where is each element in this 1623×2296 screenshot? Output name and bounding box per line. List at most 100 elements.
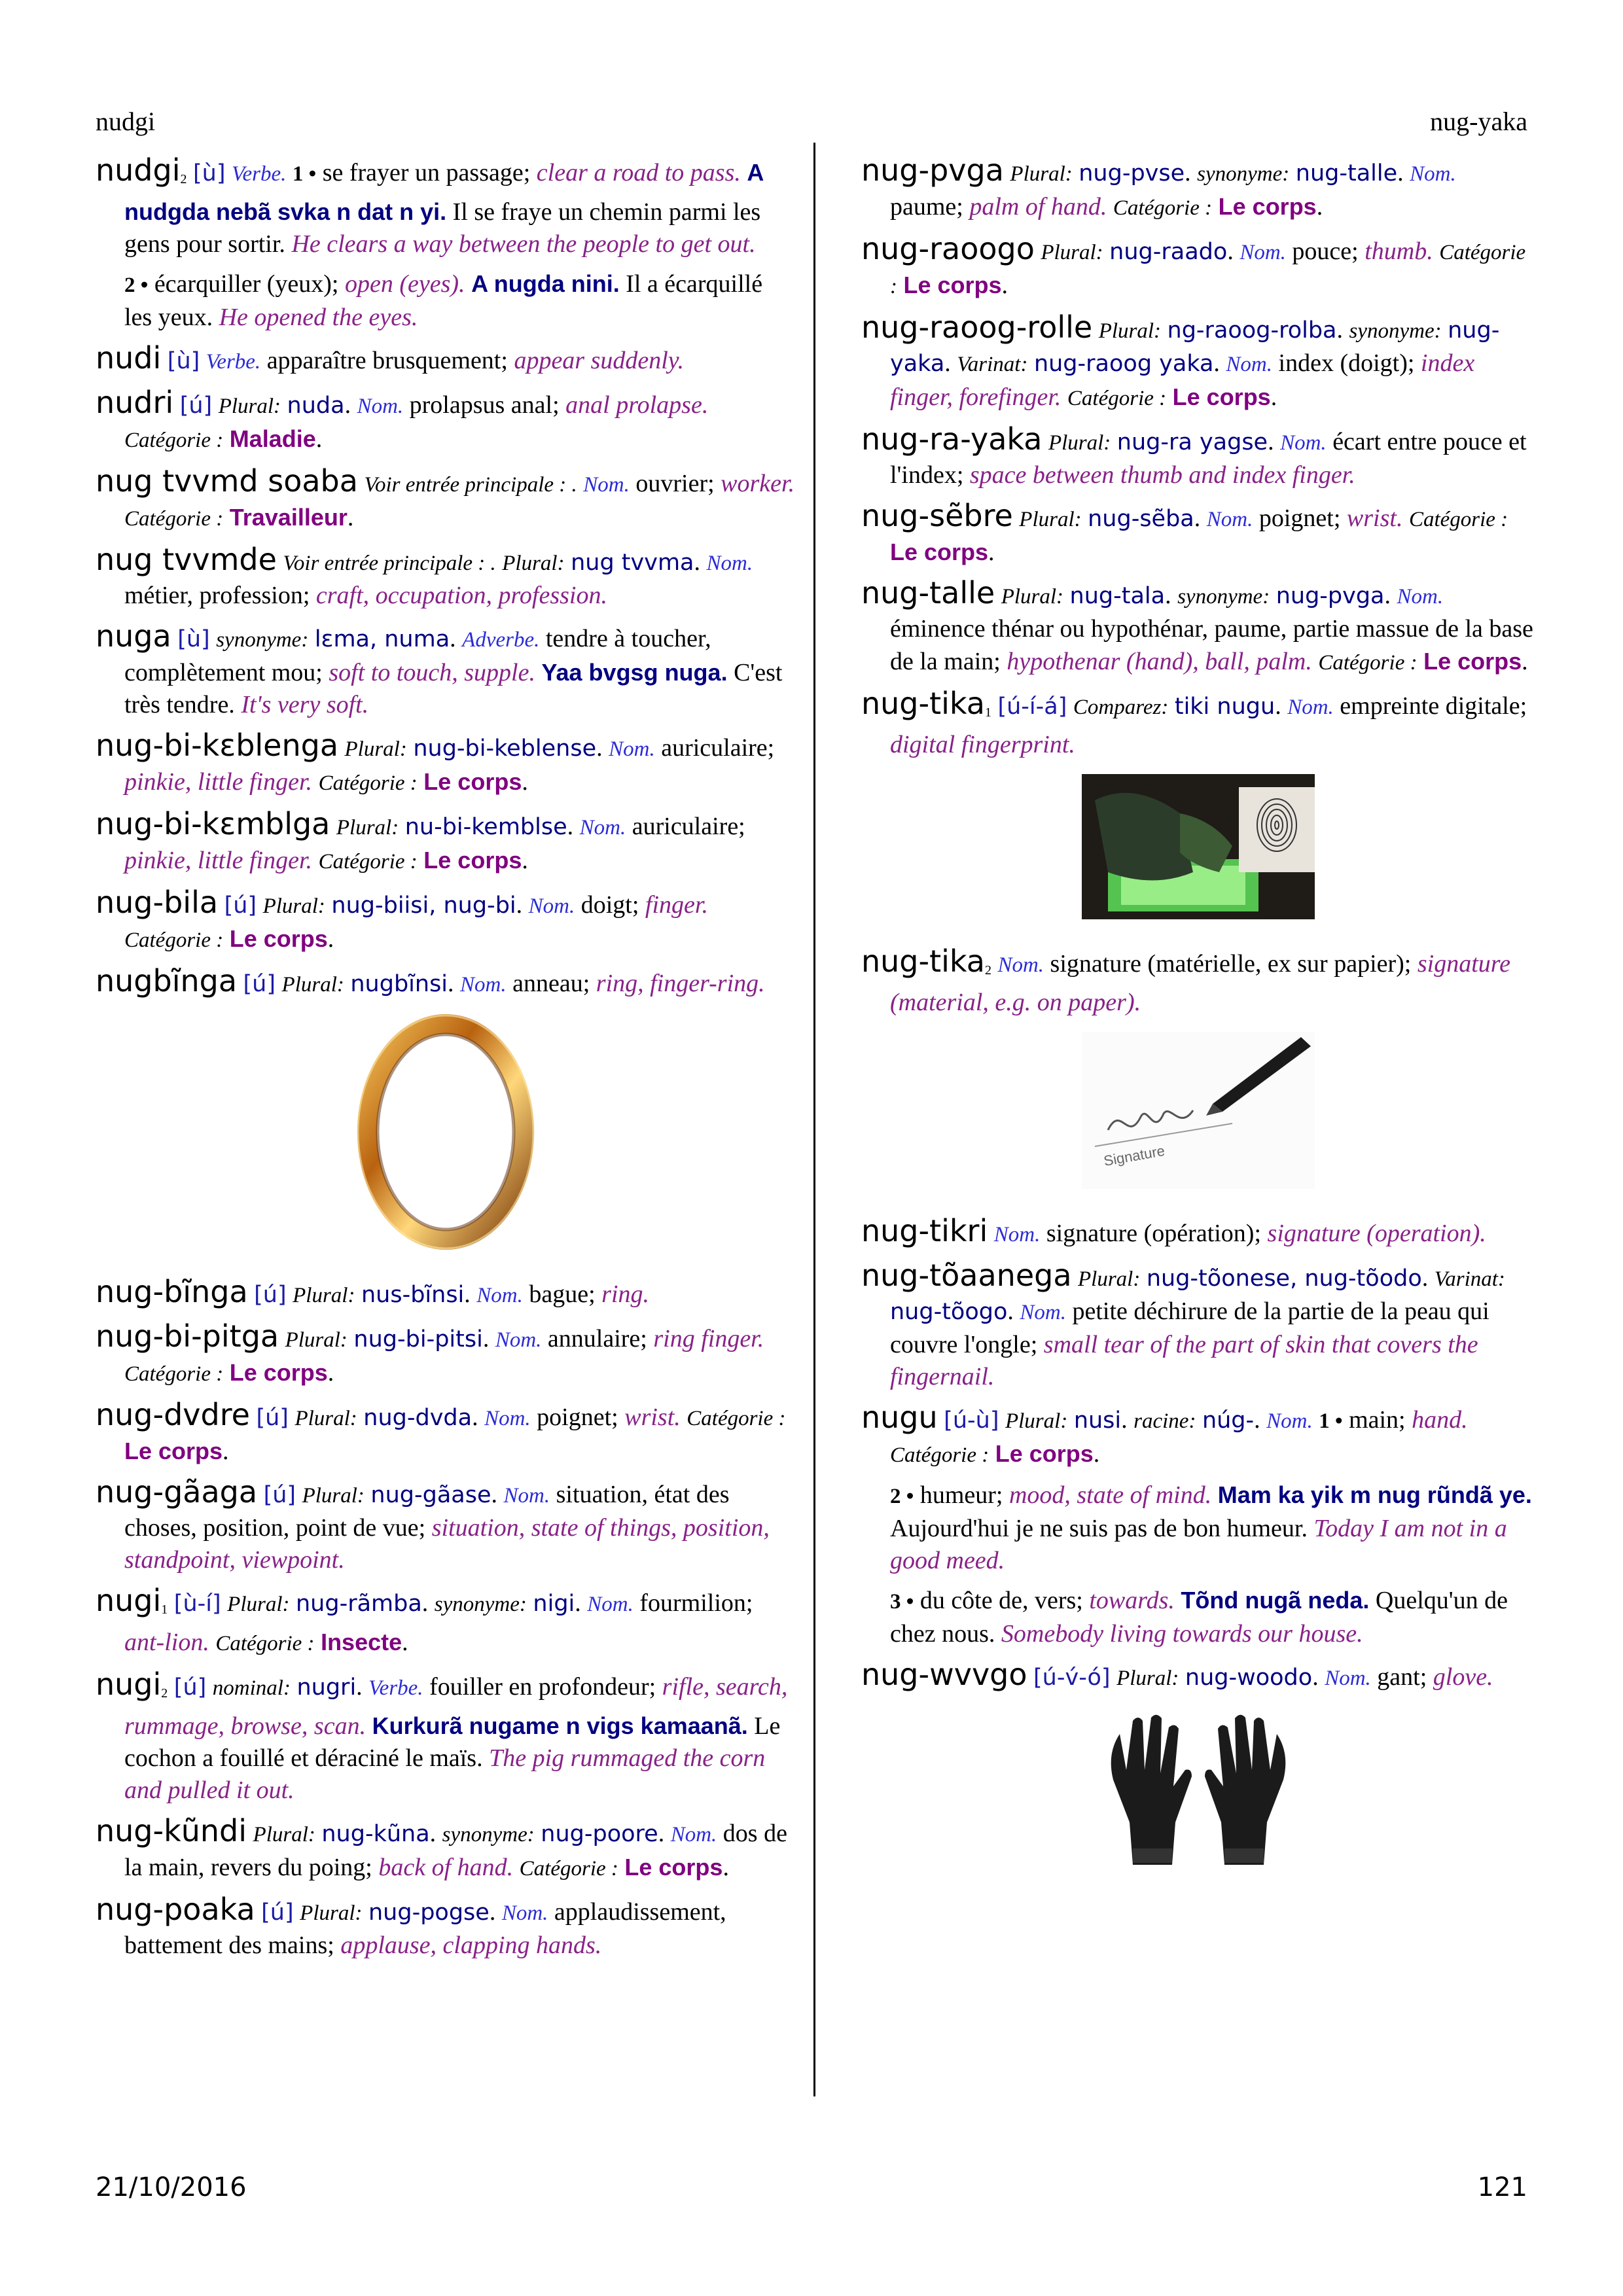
- category-label: Catégorie :: [318, 850, 418, 874]
- entry-nug-tvvmd-soaba: nug tᴠᴠmd soaba Voir entrée principale :…: [96, 463, 795, 532]
- french-gloss: métier, profession;: [124, 582, 310, 609]
- homonym-number: 2: [180, 172, 187, 186]
- part-of-speech: Nom.: [1226, 353, 1273, 376]
- part-of-speech: Nom.: [1410, 162, 1456, 186]
- entry-nugi-2: nugi2 [ú] nominal: nugri. Verbe. fouille…: [96, 1667, 788, 1805]
- tone: [ú]: [261, 1899, 294, 1926]
- entry-nudgi-2: nudgi2 [ù] Verbe. 1 • se frayer un passa…: [96, 154, 796, 260]
- headword: nugi: [96, 1583, 162, 1618]
- plural-label: Plural:: [302, 1484, 365, 1508]
- homonym-number: 1: [984, 705, 991, 720]
- part-of-speech: Nom.: [495, 1328, 542, 1352]
- headword: nugu: [861, 1400, 938, 1435]
- synonym-label: synonyme:: [1349, 319, 1442, 343]
- part-of-speech: Nom.: [579, 816, 626, 839]
- synonym-form: lɛma, numa: [314, 626, 450, 652]
- french-gloss: paume;: [890, 193, 963, 221]
- see-main-entry: Voir entrée principale : .: [364, 473, 577, 497]
- category-label: Catégorie :: [519, 1857, 618, 1881]
- english-gloss: anal prolapse.: [565, 391, 709, 419]
- entry-nug-tika-2: nug-tika2 Nom. signature (matérielle, ex…: [861, 945, 1535, 1019]
- part-of-speech: Nom.: [587, 1593, 633, 1616]
- plural-label: Plural:: [285, 1328, 348, 1352]
- plural-label: Plural:: [1001, 585, 1064, 609]
- part-of-speech: Nom.: [993, 1223, 1041, 1246]
- example-moore: A nugda nini.: [471, 270, 620, 297]
- english-gloss: space between thumb and index finger.: [969, 461, 1355, 489]
- french-gloss: du côte de, vers;: [919, 1587, 1083, 1614]
- tone: [ú]: [256, 1405, 289, 1431]
- plural-label: Plural:: [1116, 1667, 1179, 1690]
- french-gloss: annulaire;: [547, 1325, 647, 1352]
- tone: [ú-í-á]: [997, 694, 1067, 720]
- part-of-speech: Nom.: [1206, 508, 1253, 531]
- part-of-speech: Nom.: [528, 894, 575, 918]
- headword: nug-wᴠᴠgo: [861, 1657, 1027, 1692]
- example-english: He clears a way between the people to ge…: [291, 230, 756, 258]
- entry-nug-bi-keblenga: nug-bi-kɛblenga Plural: nug-bi-keblense.…: [96, 728, 775, 796]
- headword: nudi: [96, 340, 162, 376]
- entry-nug-toaanega: nug-tõaanega Plural: nug-tõonese, nug-tõ…: [861, 1258, 1505, 1391]
- entry-nug-binga: nug-bĩnga [ú] Plural: nus-bĩnsi. Nom. ba…: [96, 1274, 650, 1309]
- tone: [ú]: [179, 393, 213, 419]
- plural-form: nug-tõonese, nug-tõodo: [1146, 1265, 1422, 1292]
- french-gloss: se frayer un passage;: [322, 159, 531, 186]
- category-label: Catégorie :: [124, 1362, 224, 1386]
- sense-number: 2 •: [890, 1485, 914, 1508]
- english-gloss: ant-lion.: [124, 1629, 209, 1656]
- headword: nug-poaka: [96, 1892, 255, 1927]
- category-label: Catégorie :: [124, 928, 224, 952]
- sense-2: 2 • écarquiller (yeux); open (eyes). A n…: [96, 268, 796, 334]
- part-of-speech: Nom.: [1020, 1301, 1066, 1324]
- plural-form: nu-bi-kemblse: [404, 814, 567, 840]
- french-gloss: humeur;: [919, 1481, 1003, 1509]
- plural-form: nug-raado: [1109, 239, 1228, 265]
- synonym-form: nug-pᴠga: [1275, 583, 1385, 609]
- headword: nugi: [96, 1667, 162, 1702]
- plural-form: ng-raoog-rolba: [1167, 317, 1337, 344]
- category-label: Catégorie :: [124, 429, 224, 452]
- category-value: Le corps: [995, 1440, 1094, 1467]
- headword: nug tᴠᴠmde: [96, 542, 277, 577]
- footer-date: 21/10/2016: [96, 2172, 247, 2202]
- category-value: Le corps: [1172, 383, 1271, 410]
- headword: nug-pᴠga: [861, 152, 1004, 188]
- english-gloss: palm of hand.: [969, 193, 1107, 221]
- headword: nug-bĩnga: [96, 1274, 248, 1309]
- part-of-speech: Nom.: [583, 473, 630, 497]
- french-gloss: fourmilion;: [639, 1589, 753, 1617]
- english-gloss: wrist.: [1346, 504, 1403, 532]
- french-gloss: gant;: [1377, 1663, 1427, 1691]
- headword: nug-kũndi: [96, 1813, 247, 1848]
- synonym-label: synonyme:: [442, 1823, 535, 1846]
- english-gloss: pinkie, little finger.: [124, 768, 313, 796]
- example-moore: Tõnd nugã neda.: [1181, 1587, 1370, 1614]
- signature-illustration: Signature: [1082, 1032, 1315, 1189]
- english-gloss: ring, finger-ring.: [596, 970, 765, 997]
- headword: nudri: [96, 385, 174, 420]
- english-gloss: ring finger.: [653, 1325, 764, 1352]
- plural-form: nug-bi-keblense: [413, 735, 597, 762]
- category-label: Catégorie :: [215, 1632, 315, 1655]
- category-value: Le corps: [903, 272, 1002, 298]
- french-gloss: écarquiller (yeux);: [154, 270, 339, 298]
- entry-nug-poaka: nug-poaka [ú] Plural: nug-pogse. Nom. ap…: [96, 1892, 726, 1960]
- category-value: Travailleur: [229, 504, 348, 531]
- example-moore: Mam ka yik m nug rũndã ye.: [1217, 1481, 1532, 1508]
- fingerprint-illustration: [1082, 774, 1315, 919]
- headword: nug-ra-yaka: [861, 421, 1043, 457]
- part-of-speech: Nom.: [1280, 431, 1327, 455]
- part-of-speech: Nom.: [501, 1901, 548, 1925]
- column-divider: [813, 143, 815, 2096]
- entry-nugi-1: nugi1 [ù-í] Plural: nug-rãmba. synonyme:…: [96, 1583, 753, 1657]
- right-column: nug-pᴠga Plural: nug-pᴠse. synonyme: nug…: [861, 154, 1535, 1898]
- tone: [ú-ᴠ́-ó]: [1033, 1665, 1111, 1691]
- part-of-speech: Nom.: [1325, 1667, 1371, 1690]
- english-gloss: soft to touch, supple.: [329, 659, 535, 686]
- category-label: Catégorie :: [1067, 387, 1167, 410]
- plural-label: Plural:: [218, 395, 281, 418]
- entry-nudri: nudri [ú] Plural: nuda. Nom. prolapsus a…: [96, 385, 709, 453]
- plural-label: Plural:: [293, 1284, 355, 1307]
- headword: nug-talle: [861, 575, 995, 610]
- entry-nug-wvvgo: nug-wᴠᴠgo [ú-ᴠ́-ó] Plural: nug-woodo. No…: [861, 1657, 1493, 1692]
